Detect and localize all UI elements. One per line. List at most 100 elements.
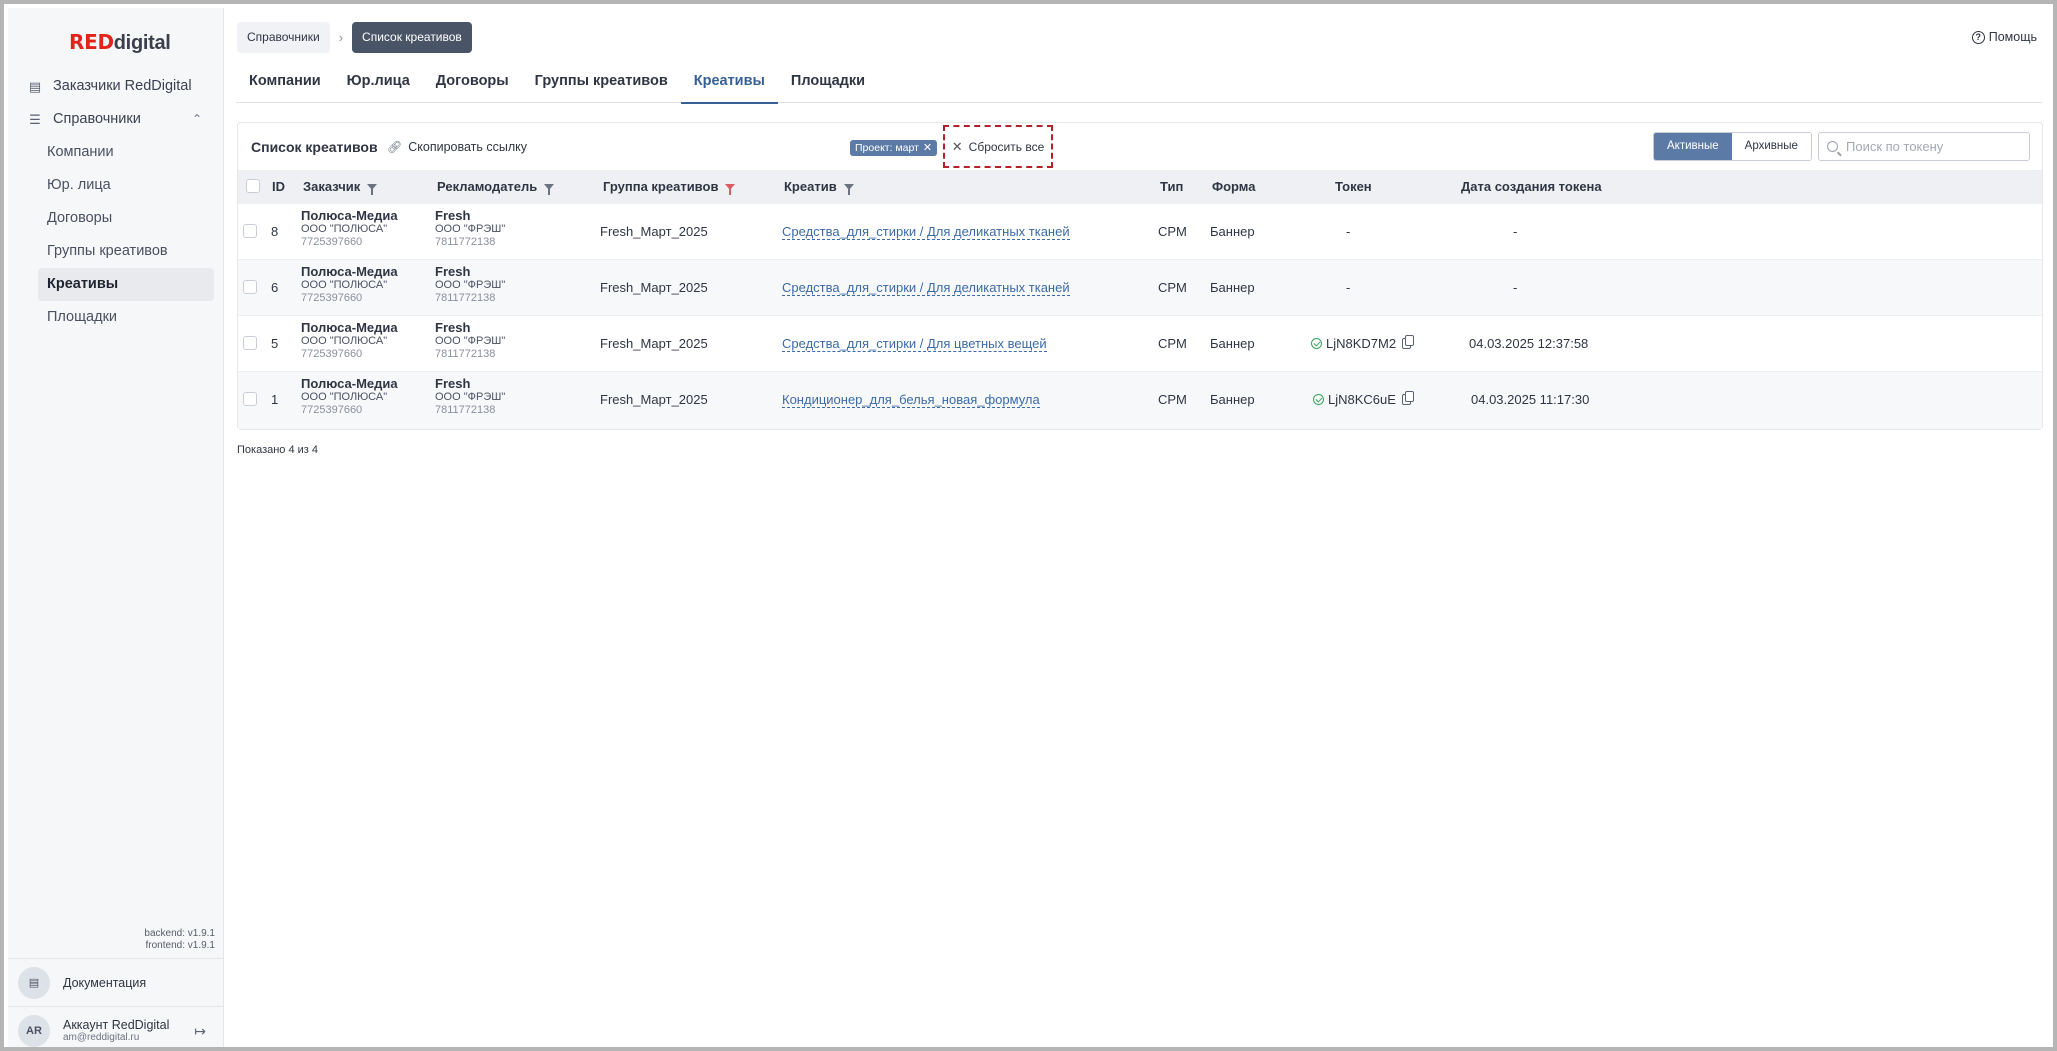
th-customer-label: Заказчик	[303, 179, 361, 194]
breadcrumb-directories[interactable]: Справочники	[237, 22, 330, 53]
th-customer: Заказчик	[303, 179, 378, 195]
advertiser-name: Fresh	[435, 208, 471, 223]
tab-companies[interactable]: Компании	[236, 60, 334, 103]
tab-legal[interactable]: Юр.лица	[334, 60, 423, 103]
customer-legal: ООО "ПОЛЮСА"	[301, 279, 388, 291]
list-icon: ☰	[29, 111, 41, 127]
th-group: Группа креативов	[603, 179, 736, 195]
creatives-card: Список креативов 🔗︎ Скопировать ссылку П…	[237, 122, 2043, 430]
th-id: ID	[272, 179, 285, 194]
customer-legal: ООО "ПОЛЮСА"	[301, 335, 388, 347]
cell-type: CPM	[1158, 392, 1187, 407]
breadcrumb-current: Список креативов	[352, 22, 472, 53]
table-row[interactable]: 5 Полюса-Медиа ООО "ПОЛЮСА" 7725397660 F…	[238, 315, 2042, 371]
search-icon	[1827, 141, 1838, 152]
customer-name: Полюса-Медиа	[301, 264, 398, 279]
tab-creatives[interactable]: Креативы	[680, 60, 779, 104]
toggle-active[interactable]: Активные	[1654, 133, 1732, 160]
filter-icon[interactable]	[544, 183, 555, 195]
sidebar-sub-creative-groups[interactable]: Группы креативов	[8, 235, 214, 268]
advertiser-name: Fresh	[435, 376, 471, 391]
customer-tin: 7725397660	[301, 236, 363, 248]
logout-icon[interactable]: ↦	[194, 1023, 206, 1040]
copy-link-button[interactable]: 🔗︎ Скопировать ссылку	[387, 140, 527, 154]
row-checkbox[interactable]	[243, 392, 257, 406]
token-search	[1818, 132, 2030, 161]
filter-active-icon[interactable]	[725, 183, 736, 195]
customer-legal: ООО "ПОЛЮСА"	[301, 223, 388, 235]
sidebar-item-customers[interactable]: ▤ Заказчики RedDigital	[8, 70, 224, 103]
reset-all-button[interactable]: ✕ Сбросить все	[943, 125, 1053, 168]
creative-link[interactable]: Кондиционер_для_белья_новая_формула	[782, 392, 1040, 408]
cell-token-date: -	[1513, 280, 1518, 295]
creative-link[interactable]: Средства_для_стирки / Для деликатных тка…	[782, 280, 1070, 296]
tab-contracts[interactable]: Договоры	[423, 60, 522, 103]
search-input[interactable]	[1846, 139, 2016, 154]
table-row[interactable]: 6 Полюса-Медиа ООО "ПОЛЮСА" 7725397660 F…	[238, 259, 2042, 315]
cell-token-date: 04.03.2025 11:17:30	[1471, 392, 1590, 407]
sidebar-sub-platforms[interactable]: Площадки	[8, 301, 214, 334]
sidebar-sub-legal[interactable]: Юр. лица	[8, 169, 214, 202]
row-checkbox[interactable]	[243, 280, 257, 294]
chevron-right-icon: ›	[338, 30, 344, 45]
chevron-up-icon[interactable]: ⌃	[192, 103, 202, 136]
row-checkbox[interactable]	[243, 224, 257, 238]
row-checkbox[interactable]	[243, 336, 257, 350]
account-box: AR Аккаунт RedDigital am@reddigital.ru ↦	[8, 1006, 224, 1047]
customer-legal: ООО "ПОЛЮСА"	[301, 391, 388, 403]
help-link[interactable]: ? Помощь	[1971, 30, 2037, 44]
customer-tin: 7725397660	[301, 404, 363, 416]
cell-type: CPM	[1158, 280, 1187, 295]
tab-platforms[interactable]: Площадки	[778, 60, 878, 103]
cell-type: CPM	[1158, 336, 1187, 351]
sidebar-sub-creatives[interactable]: Креативы	[38, 268, 214, 301]
status-toggle: Активные Архивные	[1653, 132, 1812, 161]
filter-chip: Проект: март ✕	[850, 140, 938, 156]
cell-token: -	[1346, 224, 1351, 239]
filter-icon[interactable]	[367, 183, 378, 195]
tab-creative-groups[interactable]: Группы креативов	[522, 60, 681, 103]
cell-id: 8	[271, 224, 279, 239]
reset-all-label: Сбросить все	[968, 139, 1045, 154]
th-form: Форма	[1212, 179, 1256, 194]
advertiser-legal: ООО "ФРЭШ"	[435, 223, 506, 235]
sidebar-item-directories[interactable]: ☰ Справочники ⌃	[8, 103, 224, 136]
cell-customer: Полюса-Медиа ООО "ПОЛЮСА" 7725397660	[301, 321, 398, 361]
table-row[interactable]: 8 Полюса-Медиа ООО "ПОЛЮСА" 7725397660 F…	[238, 203, 2042, 259]
pagination-summary: Показано 4 из 4	[237, 444, 319, 456]
select-all-checkbox[interactable]	[246, 179, 260, 193]
table-header: ID Заказчик Рекламодатель Группа креатив…	[238, 170, 2042, 203]
check-circle-icon	[1313, 394, 1324, 405]
cell-advertiser: Fresh ООО "ФРЭШ" 7811772138	[435, 377, 505, 417]
cell-customer: Полюса-Медиа ООО "ПОЛЮСА" 7725397660	[301, 265, 398, 305]
id-card-icon: ▤	[28, 78, 42, 94]
backend-version: backend: v1.9.1	[144, 928, 215, 939]
cell-group: Fresh_Март_2025	[600, 336, 708, 351]
cell-type: CPM	[1158, 224, 1187, 239]
copy-icon[interactable]	[1401, 391, 1414, 405]
cell-advertiser: Fresh ООО "ФРЭШ" 7811772138	[435, 265, 505, 305]
cell-group: Fresh_Март_2025	[600, 392, 708, 407]
documentation-link[interactable]: ▤ Документация	[8, 958, 224, 1006]
close-icon[interactable]: ✕	[923, 140, 932, 156]
token-value: LjN8KC6uE	[1328, 392, 1396, 407]
close-icon: ✕	[951, 138, 963, 154]
cell-customer: Полюса-Медиа ООО "ПОЛЮСА" 7725397660	[301, 209, 398, 249]
book-icon: ▤	[18, 966, 50, 999]
copy-icon[interactable]	[1402, 335, 1415, 349]
toggle-archived[interactable]: Архивные	[1731, 133, 1811, 160]
advertiser-legal: ООО "ФРЭШ"	[435, 391, 506, 403]
customer-name: Полюса-Медиа	[301, 320, 398, 335]
creative-link[interactable]: Средства_для_стирки / Для деликатных тка…	[782, 224, 1070, 240]
card-title: Список креативов	[251, 139, 378, 155]
advertiser-legal: ООО "ФРЭШ"	[435, 335, 506, 347]
filter-icon[interactable]	[843, 183, 854, 195]
creative-link[interactable]: Средства_для_стирки / Для цветных вещей	[782, 336, 1047, 352]
cell-id: 6	[271, 280, 279, 295]
sidebar-sub-companies[interactable]: Компании	[8, 136, 214, 169]
sidebar: REDdigital ▤ Заказчики RedDigital ☰ Спра…	[8, 8, 224, 1047]
table-row[interactable]: 1 Полюса-Медиа ООО "ПОЛЮСА" 7725397660 F…	[238, 371, 2042, 429]
help-label: Помощь	[1988, 30, 2037, 44]
sidebar-sub-contracts[interactable]: Договоры	[8, 202, 214, 235]
logo-red-text: RED	[69, 30, 114, 54]
